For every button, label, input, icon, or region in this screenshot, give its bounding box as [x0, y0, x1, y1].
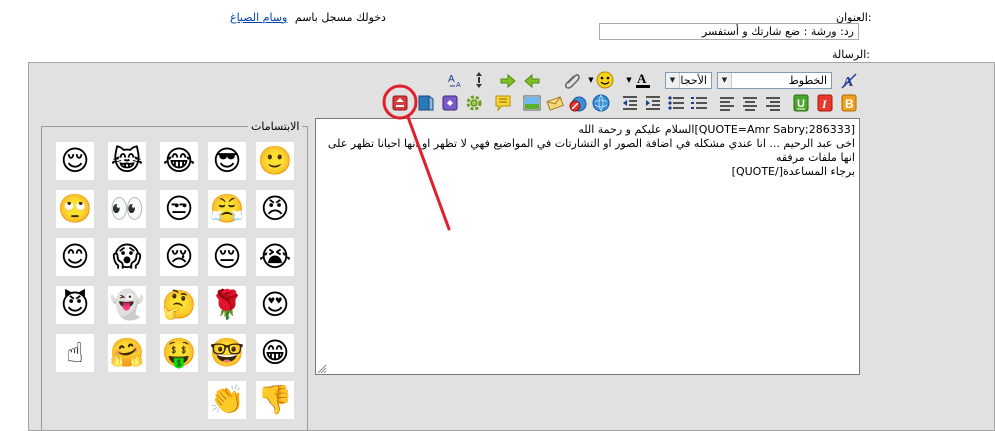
font-select[interactable]: الخطوط ▼ [717, 72, 832, 89]
arrow-right-icon[interactable] [499, 72, 517, 90]
align-left-icon[interactable] [718, 94, 736, 112]
smiley-item[interactable]: 😎 [208, 142, 246, 180]
message-textarea[interactable]: [QUOTE=Amr Sabry;286333]السلام عليكم و ر… [315, 118, 860, 375]
smiley-chevron-down-icon[interactable]: ▼ [587, 71, 595, 89]
smiley-item[interactable]: 😌 [56, 142, 94, 180]
unlink-icon[interactable] [569, 94, 587, 112]
login-status: دخولك مسجل باسم وسام الصباغ [230, 11, 386, 24]
resize-arrows-icon[interactable] [470, 71, 488, 89]
smiley-item[interactable]: 😔 [208, 238, 246, 276]
svg-text:U: U [797, 98, 805, 110]
image-icon[interactable] [523, 94, 541, 112]
font-color-chevron-down-icon[interactable]: ▼ [625, 71, 633, 89]
media-icon[interactable] [417, 94, 435, 112]
smiley-item[interactable]: 🤗 [108, 334, 146, 372]
font-color-icon[interactable]: A [634, 71, 652, 89]
size-select-chevron-down-icon: ▼ [666, 73, 680, 88]
smiley-item[interactable]: ☝ [56, 334, 94, 372]
smiley-item[interactable]: 🙂 [256, 142, 294, 180]
title-input[interactable]: رد: ورشة : ضع شارتك و أستفسر [599, 23, 859, 40]
smiley-item[interactable]: 😭 [256, 238, 294, 276]
smiley-item[interactable]: 😒 [160, 190, 198, 228]
resize-grip-icon[interactable] [317, 364, 327, 374]
smiley-item[interactable]: 😱 [108, 238, 146, 276]
username-link[interactable]: وسام الصباغ [230, 11, 287, 24]
smiley-item[interactable]: 😊 [56, 238, 94, 276]
svg-text:A: A [637, 71, 647, 86]
smiley-item[interactable]: 👀 [108, 190, 146, 228]
arrow-left-icon[interactable] [523, 72, 541, 90]
number-list-icon[interactable] [690, 94, 708, 112]
smiley-item[interactable]: 😠 [256, 190, 294, 228]
smiley-item[interactable]: 😈 [56, 286, 94, 324]
size-select-value: الأحجا [680, 74, 707, 87]
login-prefix: دخولك مسجل باسم [294, 11, 386, 24]
smiley-item[interactable]: 🌹 [208, 286, 246, 324]
bold-icon[interactable]: B [840, 94, 858, 112]
smilies-legend: الابتسامات [248, 120, 303, 133]
comment-icon[interactable] [494, 94, 512, 112]
indent-icon[interactable] [644, 94, 662, 112]
smiley-item[interactable]: 👏 [208, 381, 246, 419]
smiley-item[interactable]: 😂 [160, 142, 198, 180]
email-icon[interactable] [546, 94, 564, 112]
font-select-value: الخطوط [788, 74, 827, 87]
smiley-item[interactable]: 😹 [108, 142, 146, 180]
smiley-item[interactable]: 😤 [208, 190, 246, 228]
smiley-icon[interactable] [596, 71, 614, 89]
smiley-item[interactable]: 🤔 [160, 286, 198, 324]
attachment-icon[interactable] [563, 71, 581, 89]
smiley-item[interactable]: 🤓 [208, 334, 246, 372]
remove-format-icon[interactable]: A [840, 72, 858, 90]
outdent-icon[interactable] [621, 94, 639, 112]
underline-icon[interactable]: U [792, 94, 810, 112]
align-right-icon[interactable] [764, 94, 782, 112]
smiley-item[interactable]: 👎 [256, 381, 294, 419]
smiley-item[interactable]: 😢 [160, 238, 198, 276]
wrap-code-icon[interactable] [391, 94, 409, 112]
message-label: الرسالة: [832, 48, 871, 61]
bullet-list-icon[interactable] [667, 94, 685, 112]
font-select-chevron-down-icon: ▼ [718, 73, 732, 88]
italic-icon[interactable]: I [816, 94, 834, 112]
settings-icon[interactable] [465, 94, 483, 112]
smiley-item[interactable]: 😍 [256, 286, 294, 324]
svg-text:B: B [845, 97, 854, 111]
smiley-item[interactable]: 👻 [108, 286, 146, 324]
font-size-swap-icon[interactable]: AA [447, 71, 465, 89]
smiley-item[interactable]: 🙄 [56, 190, 94, 228]
align-center-icon[interactable] [741, 94, 759, 112]
link-icon[interactable] [592, 94, 610, 112]
wrap-php-icon[interactable] [441, 94, 459, 112]
size-select[interactable]: الأحجا ▼ [665, 72, 712, 89]
smiley-item[interactable]: 🤑 [160, 334, 198, 372]
svg-text:A: A [448, 74, 455, 85]
smiley-item[interactable]: 😁 [256, 334, 294, 372]
svg-text:A: A [456, 82, 461, 89]
